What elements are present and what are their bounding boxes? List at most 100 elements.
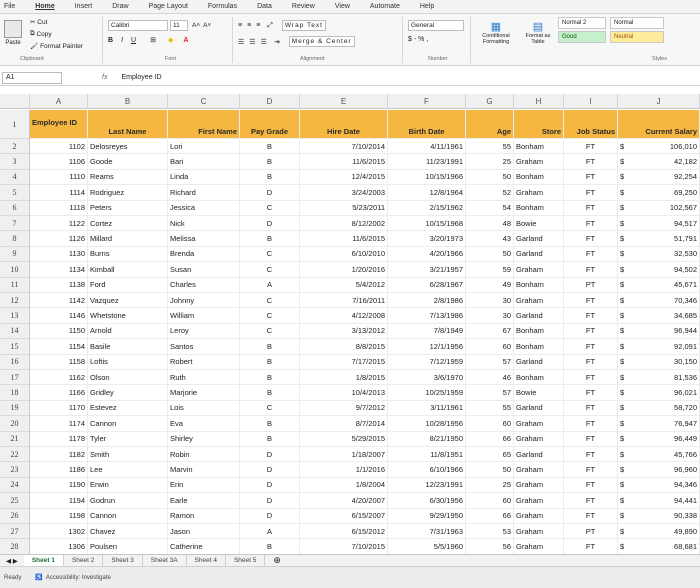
table-cell[interactable]: Marjorie: [168, 385, 240, 401]
header-cell[interactable]: Employee ID: [30, 110, 88, 139]
table-cell[interactable]: 1302: [30, 524, 88, 540]
table-cell[interactable]: Goode: [88, 154, 168, 170]
accessibility-status[interactable]: Accessibility: Investigate: [46, 575, 111, 581]
column-header-f[interactable]: F: [388, 94, 466, 109]
table-cell[interactable]: FT: [564, 154, 618, 170]
table-cell[interactable]: FT: [564, 185, 618, 201]
table-cell[interactable]: Lori: [168, 139, 240, 155]
italic-icon[interactable]: I: [121, 37, 123, 44]
table-cell[interactable]: 3/20/1973: [388, 231, 466, 247]
table-cell[interactable]: 10/15/1966: [388, 169, 466, 186]
table-cell[interactable]: 11/6/2015: [300, 231, 388, 247]
table-cell[interactable]: Burns: [88, 246, 168, 263]
table-cell[interactable]: 5/4/2012: [300, 277, 388, 293]
table-cell[interactable]: Bonham: [514, 277, 564, 293]
table-cell[interactable]: 12/1/1956: [388, 339, 466, 355]
table-cell[interactable]: 1122: [30, 216, 88, 232]
column-header-b[interactable]: B: [88, 94, 168, 109]
align-right-icon[interactable]: ☰: [261, 38, 268, 46]
row-header[interactable]: 14: [0, 323, 30, 340]
align-bottom-icon[interactable]: ≡: [256, 22, 261, 29]
table-cell[interactable]: Brenda: [168, 246, 240, 263]
salary-cell[interactable]: $94,502: [618, 262, 700, 278]
salary-cell[interactable]: $96,449: [618, 431, 700, 447]
table-cell[interactable]: 1182: [30, 447, 88, 463]
table-cell[interactable]: D: [240, 185, 300, 201]
table-cell[interactable]: FT: [564, 447, 618, 463]
table-cell[interactable]: 7/31/1963: [388, 524, 466, 540]
table-cell[interactable]: Cannon: [88, 508, 168, 524]
header-cell[interactable]: Pay Grade: [240, 110, 300, 139]
table-cell[interactable]: 11/8/1951: [388, 447, 466, 463]
table-cell[interactable]: Bowie: [514, 385, 564, 401]
table-cell[interactable]: 12/8/1964: [388, 185, 466, 201]
table-cell[interactable]: 7/10/2014: [300, 139, 388, 155]
table-cell[interactable]: Millard: [88, 231, 168, 247]
table-cell[interactable]: Erin: [168, 477, 240, 494]
table-cell[interactable]: Linda: [168, 169, 240, 186]
table-cell[interactable]: FT: [564, 308, 618, 324]
table-cell[interactable]: 46: [466, 370, 514, 386]
table-cell[interactable]: 1166: [30, 385, 88, 401]
header-cell[interactable]: Age: [466, 110, 514, 139]
table-cell[interactable]: 1146: [30, 308, 88, 324]
row-header[interactable]: 21: [0, 431, 30, 447]
name-box[interactable]: A1: [2, 71, 62, 84]
table-cell[interactable]: Robin: [168, 447, 240, 463]
table-cell[interactable]: 1126: [30, 231, 88, 247]
table-cell[interactable]: 1190: [30, 477, 88, 494]
table-cell[interactable]: Tyler: [88, 431, 168, 447]
header-cell[interactable]: Job Status: [564, 110, 618, 139]
salary-cell[interactable]: $96,944: [618, 323, 700, 340]
table-cell[interactable]: 7/13/1986: [388, 308, 466, 324]
table-cell[interactable]: 1194: [30, 493, 88, 509]
column-header-g[interactable]: G: [466, 94, 514, 109]
align-center-icon[interactable]: ☰: [249, 38, 256, 46]
table-cell[interactable]: Whetstone: [88, 308, 168, 324]
table-cell[interactable]: Ramon: [168, 508, 240, 524]
table-cell[interactable]: Poulsen: [88, 539, 168, 555]
table-cell[interactable]: 1/8/2004: [300, 477, 388, 494]
row-header[interactable]: 11: [0, 277, 30, 293]
header-cell[interactable]: Store: [514, 110, 564, 139]
table-cell[interactable]: FT: [564, 293, 618, 309]
row-header[interactable]: 13: [0, 308, 30, 324]
table-cell[interactable]: 60: [466, 416, 514, 432]
number-symbols[interactable]: $ - % ,: [408, 36, 428, 43]
table-cell[interactable]: Jessica: [168, 200, 240, 216]
menu-file[interactable]: File: [4, 3, 15, 10]
formula-input[interactable]: Employee ID: [121, 74, 161, 81]
table-cell[interactable]: 7/8/1949: [388, 323, 466, 340]
table-cell[interactable]: 1306: [30, 539, 88, 555]
table-cell[interactable]: 4/20/2007: [300, 493, 388, 509]
row-header[interactable]: 12: [0, 293, 30, 309]
row-header[interactable]: 5: [0, 185, 30, 201]
table-cell[interactable]: FT: [564, 231, 618, 247]
salary-cell[interactable]: $94,441: [618, 493, 700, 509]
row-header[interactable]: 19: [0, 400, 30, 417]
column-header-h[interactable]: H: [514, 94, 564, 109]
salary-cell[interactable]: $96,960: [618, 462, 700, 478]
table-cell[interactable]: FT: [564, 200, 618, 216]
salary-cell[interactable]: $58,720: [618, 400, 700, 417]
table-cell[interactable]: 30: [466, 293, 514, 309]
table-cell[interactable]: 3/21/1957: [388, 262, 466, 278]
table-cell[interactable]: Graham: [514, 462, 564, 478]
row-header[interactable]: 28: [0, 539, 30, 555]
table-cell[interactable]: 8/21/1950: [388, 431, 466, 447]
row-header[interactable]: 24: [0, 477, 30, 494]
table-cell[interactable]: 1106: [30, 154, 88, 170]
bold-icon[interactable]: B: [108, 37, 113, 44]
table-cell[interactable]: 7/10/2015: [300, 539, 388, 555]
row-header[interactable]: 6: [0, 200, 30, 216]
font-size-select[interactable]: 11: [170, 20, 188, 31]
table-cell[interactable]: Reams: [88, 169, 168, 186]
accessibility-icon[interactable]: ♿: [35, 574, 42, 581]
table-cell[interactable]: C: [240, 246, 300, 263]
shrink-font-icon[interactable]: A˅: [203, 22, 211, 29]
table-cell[interactable]: 1142: [30, 293, 88, 309]
sheet-tab-sheet-5[interactable]: Sheet 5: [226, 554, 266, 567]
table-cell[interactable]: Bowie: [514, 216, 564, 232]
table-cell[interactable]: Santos: [168, 339, 240, 355]
salary-cell[interactable]: $69,250: [618, 185, 700, 201]
